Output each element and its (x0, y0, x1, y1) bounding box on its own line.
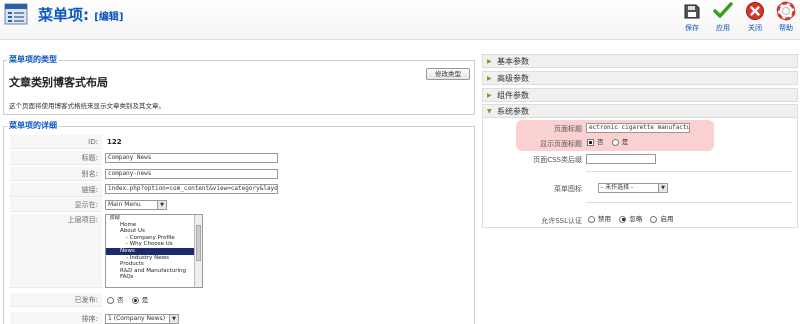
ssl-on-label: 启用 (660, 215, 674, 223)
published-label: 已发布: (10, 293, 102, 307)
order-label: 排序: (10, 312, 102, 324)
pane-advanced-label: 高级参数 (497, 74, 529, 83)
menu-type-description: 这个页面将使用博客式格统来显示文章类别及其文章。 (9, 102, 165, 110)
apply-button[interactable]: 应用 (711, 1, 735, 33)
page-title: 菜单项: [编辑] (38, 4, 123, 25)
list-item[interactable]: - Industry News (106, 255, 202, 262)
menu-item-details-legend: 菜单项的详细 (7, 120, 59, 131)
pane-advanced-params[interactable]: ▶ 高级参数 (482, 71, 798, 85)
close-icon (746, 2, 764, 20)
list-item[interactable]: R&D and Manufacturing (106, 268, 202, 275)
divider (586, 171, 792, 172)
ssl-ignore-radio[interactable] (619, 215, 627, 223)
scrollbar-thumb[interactable] (196, 225, 201, 261)
list-item[interactable]: - Company Profile (106, 235, 202, 242)
ssl-radio-group: 禁用 忽略 启用 (588, 212, 679, 226)
published-no-radio[interactable] (107, 296, 114, 304)
listbox-scrollbar[interactable] (194, 215, 202, 287)
show-page-title-no-radio[interactable] (587, 138, 594, 146)
show-no-label: 否 (597, 138, 604, 146)
list-item[interactable]: 顶部 (106, 215, 202, 222)
divider (586, 202, 792, 203)
published-radio-group: 否 是 (107, 293, 154, 307)
link-label: 链接: (10, 183, 102, 197)
link-input[interactable]: index.php?option=com_content&view=catego… (105, 184, 278, 194)
id-value: 122 (107, 138, 122, 146)
ssl-on-radio[interactable] (650, 215, 658, 223)
list-item[interactable]: Products (106, 261, 202, 268)
list-item[interactable]: - Why Choose Us (106, 241, 202, 248)
css-suffix-input[interactable] (586, 154, 656, 164)
expand-arrow-icon: ▶ (487, 58, 492, 65)
published-yes-label: 是 (141, 296, 149, 304)
save-button-label: 保存 (685, 24, 699, 32)
chevron-down-icon: ▼ (658, 184, 667, 192)
chevron-down-icon: ▼ (169, 315, 178, 323)
ssl-off-radio[interactable] (588, 215, 595, 223)
title-bracket-close: ] (118, 12, 124, 23)
chevron-down-icon: ▼ (157, 201, 166, 209)
pane-system-params[interactable]: ▼ 系统参数 (482, 104, 798, 118)
menu-image-value: - 未作选择 - (601, 184, 634, 191)
published-yes-radio[interactable] (131, 296, 139, 304)
display-in-select[interactable]: Main Menu ▼ (105, 200, 167, 210)
show-page-title-label: 显示页面标题 (540, 140, 582, 148)
title-input[interactable]: Company News (105, 153, 278, 163)
alias-input[interactable]: company-news (105, 169, 278, 179)
show-page-title-yes-radio[interactable] (611, 138, 619, 146)
save-button[interactable]: 保存 (680, 1, 704, 33)
order-select[interactable]: 1 (Company News) ▼ (105, 314, 179, 324)
close-button[interactable]: 关闭 (743, 1, 767, 33)
change-type-button[interactable]: 修改类型 (426, 68, 470, 80)
pane-component-params[interactable]: ▶ 组件参数 (482, 88, 798, 102)
display-in-value: Main Menu (108, 201, 141, 208)
menu-type-title: 文章类别博客式布局 (9, 76, 108, 89)
pane-basic-label: 基本参数 (497, 57, 529, 66)
list-item[interactable]: Home (106, 222, 202, 229)
list-item[interactable]: About Us (106, 228, 202, 235)
show-yes-label: 是 (621, 138, 629, 146)
display-in-label: 显示在: (10, 198, 102, 212)
ssl-label: 允许SSL认证 (541, 217, 582, 225)
page-title-param-input[interactable]: ectronic cigarette manufacturer (586, 123, 690, 133)
toolbar-header: 菜单项: [编辑] 保存 应用 关闭 帮助 (0, 0, 800, 40)
help-button[interactable]: 帮助 (774, 1, 798, 33)
pane-component-label: 组件参数 (497, 91, 529, 100)
pane-system-label: 系统参数 (497, 107, 529, 116)
order-value: 1 (Company News) (108, 315, 166, 322)
title-label: 标题: (10, 151, 102, 165)
page-title-param-label: 页面标题 (554, 125, 582, 133)
show-page-title-group: 否 是 (587, 135, 634, 149)
list-item-selected[interactable]: News (106, 247, 202, 255)
list-item[interactable]: FAQs (106, 274, 202, 281)
close-button-label: 关闭 (748, 24, 762, 32)
help-icon (776, 1, 796, 21)
parent-item-listbox[interactable]: 顶部 Home About Us - Company Profile - Why… (105, 214, 203, 288)
save-icon (684, 4, 700, 19)
apply-checkmark-icon (713, 2, 733, 18)
ssl-ignore-label: 忽略 (629, 215, 643, 223)
expand-arrow-icon: ▶ (487, 75, 492, 82)
id-label: ID: (10, 135, 102, 149)
menu-item-type-legend: 菜单项的类型 (7, 54, 59, 65)
menu-manager-icon (4, 3, 28, 25)
title-edit-label: 编辑 (98, 12, 119, 23)
page-title-text: 菜单项: (38, 6, 89, 24)
ssl-off-label: 禁用 (598, 215, 611, 223)
pane-basic-params[interactable]: ▶ 基本参数 (482, 54, 798, 68)
alias-label: 别名: (10, 167, 102, 181)
parent-item-label: 上层项目: (10, 214, 102, 288)
css-suffix-label: 页面CSS类后缀 (533, 156, 582, 164)
help-button-label: 帮助 (779, 24, 793, 32)
menu-image-select[interactable]: - 未作选择 - ▼ (598, 183, 668, 193)
published-no-label: 否 (117, 296, 124, 304)
menu-image-label: 菜单图标 (554, 185, 582, 193)
collapse-arrow-icon: ▼ (487, 108, 492, 115)
apply-button-label: 应用 (716, 24, 730, 32)
expand-arrow-icon: ▶ (487, 92, 492, 99)
